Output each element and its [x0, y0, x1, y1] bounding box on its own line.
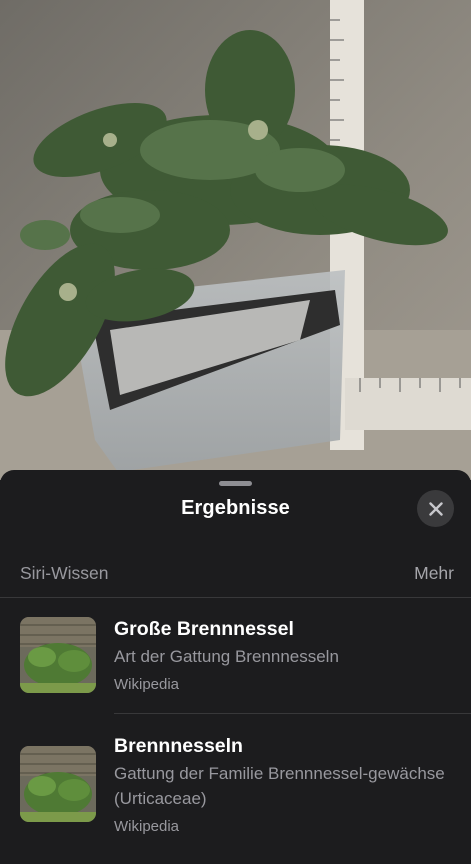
- result-thumbnail: [20, 746, 96, 822]
- more-link[interactable]: Mehr: [414, 563, 454, 584]
- result-item[interactable]: Brennnesseln Gattung der Familie Brennne…: [0, 733, 471, 843]
- result-thumbnail: [20, 617, 96, 693]
- section-divider: [0, 597, 471, 598]
- result-title: Brennnesseln: [114, 735, 243, 757]
- xmark-icon: [428, 501, 443, 516]
- sheet-grabber[interactable]: [219, 481, 252, 486]
- result-subtitle: Gattung der Familie Brennnessel-gewächse…: [114, 764, 445, 808]
- result-subtitle: Art der Gattung Brennnesseln: [114, 647, 339, 666]
- sheet-title: Ergebnisse: [181, 497, 290, 519]
- section-header: Siri-Wissen Mehr: [20, 563, 454, 584]
- subject-photo: [0, 0, 471, 480]
- result-source: Wikipedia: [114, 676, 180, 693]
- result-text: Brennnesseln Gattung der Familie Brennne…: [114, 733, 453, 838]
- result-source: Wikipedia: [114, 818, 180, 835]
- result-item[interactable]: Große Brennnessel Art der Gattung Brennn…: [0, 616, 471, 712]
- result-divider: [114, 713, 471, 714]
- close-button[interactable]: [417, 490, 454, 527]
- result-title: Große Brennnessel: [114, 618, 294, 640]
- results-sheet: Ergebnisse Siri-Wissen Mehr Große Brennn…: [0, 470, 471, 864]
- section-title: Siri-Wissen: [20, 563, 109, 583]
- result-text: Große Brennnessel Art der Gattung Brennn…: [114, 616, 453, 696]
